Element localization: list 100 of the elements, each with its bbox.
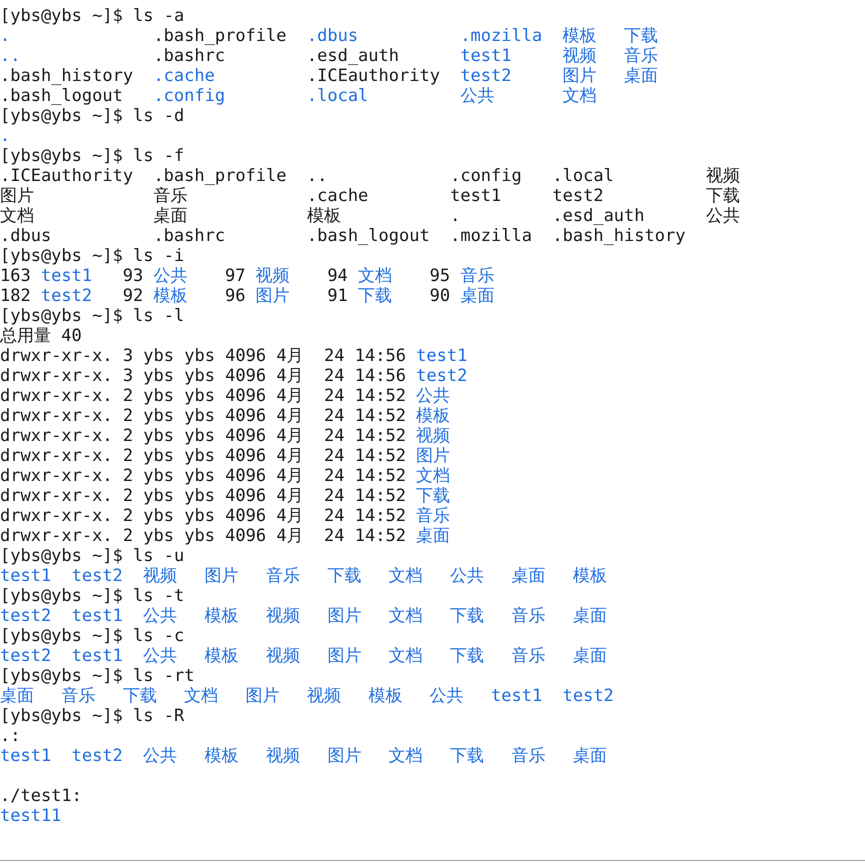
inode-number: 92 (122, 286, 144, 306)
file-details: drwxr-xr-x. 2 ybs ybs 4096 4月 24 14:52 (0, 386, 406, 406)
file-name: 下载 (450, 646, 484, 666)
file-name: 音乐 (153, 186, 188, 206)
file-name: test2 (0, 606, 52, 626)
file-name: 桌面 (460, 286, 494, 306)
file-name: 图片 (0, 186, 34, 206)
file-name: .bash_history (552, 226, 686, 246)
file-name: test2 (72, 746, 123, 766)
file-name: 公共 (143, 606, 178, 626)
file-name: .cache (153, 66, 215, 86)
file-name: 视频 (266, 646, 300, 666)
file-details: drwxr-xr-x. 2 ybs ybs 4096 4月 24 14:52 (0, 486, 406, 506)
file-name: 模板 (204, 746, 239, 766)
file-name: .bash_logout (306, 226, 430, 246)
file-name: 视频 (143, 566, 178, 586)
file-name: 音乐 (416, 506, 450, 526)
file-name: test1 (416, 346, 468, 366)
file-name: 公共 (143, 746, 178, 766)
file-details: drwxr-xr-x. 3 ybs ybs 4096 4月 24 14:56 (0, 366, 406, 386)
file-name: test1 (0, 566, 52, 586)
file-name: 下载 (450, 606, 484, 626)
file-details: drwxr-xr-x. 2 ybs ybs 4096 4月 24 14:52 (0, 506, 406, 526)
file-name: 文档 (416, 466, 450, 486)
file-name: 下载 (624, 26, 658, 46)
file-name: . (450, 206, 460, 226)
file-name: .ICEauthority (306, 66, 440, 86)
file-name: .. (306, 166, 328, 186)
file-name: 图片 (416, 446, 450, 466)
file-name: .esd_auth (552, 206, 645, 226)
output-text: .: (0, 726, 20, 746)
file-name: 桌面 (0, 686, 34, 706)
file-name: . (0, 126, 10, 146)
file-name: .local (552, 166, 614, 186)
file-name: 公共 (430, 686, 464, 706)
file-name: 图片 (327, 606, 362, 626)
file-name: 音乐 (511, 606, 546, 626)
file-name: 桌面 (624, 66, 658, 86)
file-name: 桌面 (572, 746, 607, 766)
file-name: 公共 (416, 386, 450, 406)
command-line: [ybs@ybs ~]$ ls -d (0, 106, 184, 126)
file-name: .bash_profile (153, 166, 286, 186)
file-name: 桌面 (511, 566, 546, 586)
command-line: [ybs@ybs ~]$ ls -R (0, 706, 184, 726)
file-name: test1 (491, 686, 542, 706)
inode-number: 91 (326, 286, 348, 306)
file-name: 文档 (358, 266, 392, 286)
file-name: 下载 (327, 566, 362, 586)
file-name: 视频 (256, 266, 290, 286)
inode-number: 96 (224, 286, 246, 306)
file-details: drwxr-xr-x. 2 ybs ybs 4096 4月 24 14:52 (0, 446, 406, 466)
file-name: 模板 (306, 206, 341, 226)
file-name: .cache (306, 186, 368, 206)
file-name: 模板 (204, 606, 239, 626)
file-name: .ICEauthority (0, 166, 134, 186)
file-name: test1 (72, 646, 123, 666)
inode-number: 95 (428, 266, 450, 286)
file-name: 文档 (388, 606, 423, 626)
file-name: test2 (562, 686, 614, 706)
file-name: 音乐 (460, 266, 494, 286)
file-name: 音乐 (511, 746, 546, 766)
file-name: test2 (416, 366, 468, 386)
command-line: [ybs@ybs ~]$ ls -i (0, 246, 184, 266)
file-name: .bash_logout (0, 86, 123, 106)
file-name: 音乐 (624, 46, 658, 66)
file-name: .bash_profile (153, 26, 286, 46)
file-name: 下载 (122, 686, 157, 706)
file-name: 模板 (416, 406, 450, 426)
output-text: ./test1: (0, 786, 82, 806)
file-name: 桌面 (572, 646, 607, 666)
file-details: drwxr-xr-x. 2 ybs ybs 4096 4月 24 14:52 (0, 406, 406, 426)
inode-number: 97 (224, 266, 246, 286)
file-details: drwxr-xr-x. 2 ybs ybs 4096 4月 24 14:52 (0, 526, 406, 546)
file-name: 公共 (450, 566, 484, 586)
file-name: 文档 (0, 206, 34, 226)
file-name: test2 (40, 286, 92, 306)
file-name: .. (0, 46, 20, 66)
file-name: .bashrc (153, 226, 226, 246)
file-name: 模板 (562, 26, 597, 46)
command-line: [ybs@ybs ~]$ ls -t (0, 586, 184, 606)
file-name: 下载 (706, 186, 740, 206)
file-name: 模板 (153, 286, 188, 306)
file-name: .mozilla (460, 26, 542, 46)
inode-number: 90 (428, 286, 450, 306)
file-name: 文档 (388, 646, 423, 666)
file-name: test2 (460, 66, 512, 86)
file-name: 文档 (562, 86, 597, 106)
file-name: 视频 (416, 426, 450, 446)
file-name: test1 (0, 746, 52, 766)
command-line: [ybs@ybs ~]$ ls -rt (0, 666, 194, 686)
file-name: 文档 (388, 746, 423, 766)
file-name: test2 (552, 186, 604, 206)
file-name: 图片 (327, 746, 362, 766)
file-name: 公共 (143, 646, 178, 666)
inode-number: 163 (0, 266, 31, 286)
file-name: 音乐 (511, 646, 546, 666)
file-name: 文档 (184, 686, 218, 706)
file-name: 桌面 (153, 206, 188, 226)
inode-number: 93 (122, 266, 144, 286)
file-name: .bash_history (0, 66, 134, 86)
